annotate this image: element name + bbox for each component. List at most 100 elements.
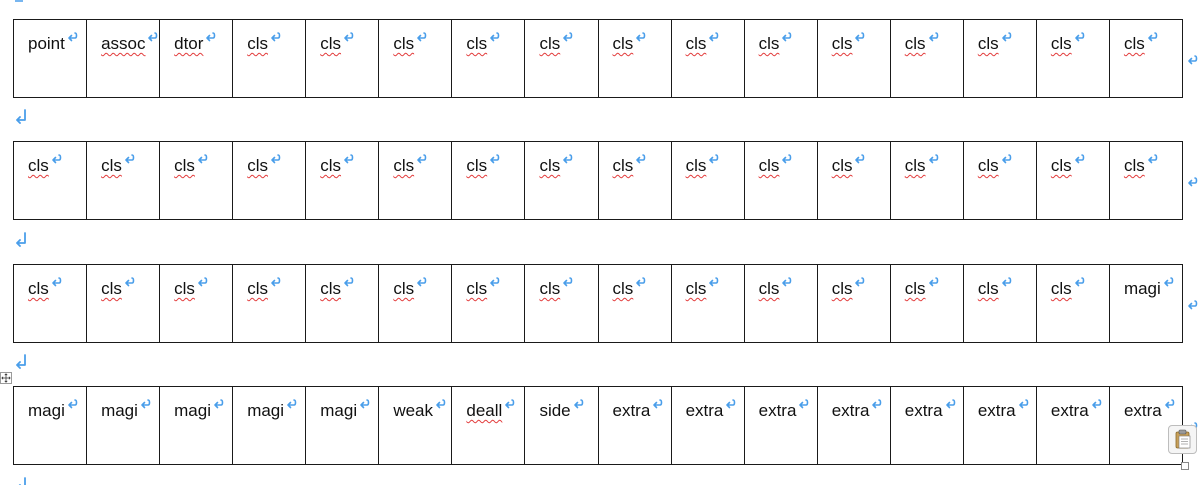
cell-text: cls <box>466 279 488 298</box>
table-cell[interactable]: extra <box>597 386 672 465</box>
table-cell[interactable]: magi <box>86 386 161 465</box>
return-arrow-icon <box>344 154 354 164</box>
table-cell[interactable]: cls <box>743 141 818 220</box>
table-cell[interactable]: cls <box>816 19 891 98</box>
cell-text: cls <box>758 156 780 175</box>
cell-text: magi <box>247 401 285 420</box>
table-cell[interactable]: cls <box>1035 264 1110 343</box>
return-arrow-icon <box>271 277 281 287</box>
paste-options-button[interactable] <box>1168 425 1197 454</box>
return-arrow-icon <box>51 277 62 287</box>
table-cell[interactable]: cls <box>451 141 526 220</box>
table-cell[interactable]: cls <box>1035 141 1110 220</box>
table-cell[interactable]: cls <box>889 264 964 343</box>
cell-text: cls <box>1123 34 1145 53</box>
table-cell[interactable]: cls <box>159 264 234 343</box>
return-arrow-icon <box>636 277 646 287</box>
table-cell[interactable]: cls <box>86 141 161 220</box>
table-cell[interactable]: cls <box>305 141 380 220</box>
cell-text: cls <box>685 279 707 298</box>
cell-text: extra <box>612 401 651 420</box>
table-1[interactable]: point assoc dtor cls cls cls cls cls cls… <box>12 19 1198 98</box>
table-cell[interactable]: cls <box>962 264 1037 343</box>
table-cell[interactable]: extra <box>1035 386 1110 465</box>
table-cell[interactable]: dtor <box>159 19 234 98</box>
table-3[interactable]: cls cls cls cls cls cls cls cls cls cls … <box>12 264 1198 343</box>
table-cell[interactable]: cls <box>524 264 599 343</box>
table-cell[interactable]: cls <box>232 19 307 98</box>
table-cell[interactable]: cls <box>451 264 526 343</box>
return-arrow-icon <box>709 277 719 287</box>
cell-text: deall <box>466 401 503 420</box>
document-canvas[interactable]: point assoc dtor cls cls cls cls cls cls… <box>0 0 1200 485</box>
return-arrow-icon <box>125 277 135 287</box>
table-cell[interactable]: cls <box>597 19 672 98</box>
table-cell[interactable]: magi <box>232 386 307 465</box>
table-cell[interactable]: weak <box>378 386 453 465</box>
table-4[interactable]: magi magi magi magi magi weak deall side… <box>12 386 1198 465</box>
table-cell[interactable]: cls <box>232 264 307 343</box>
table-cell[interactable]: cls <box>159 141 234 220</box>
table-cell[interactable]: extra <box>962 386 1037 465</box>
table-cell[interactable]: cls <box>451 19 526 98</box>
table-cell[interactable]: cls <box>670 19 745 98</box>
table-row: cls cls cls cls cls cls cls cls cls cls … <box>12 264 1198 343</box>
table-cell[interactable]: magi <box>12 386 88 465</box>
table-cell[interactable]: cls <box>816 141 891 220</box>
return-arrow-icon <box>344 32 354 42</box>
table-cell[interactable]: cls <box>597 264 672 343</box>
cell-text: cls <box>1050 279 1072 298</box>
table-cell[interactable]: cls <box>305 19 380 98</box>
table-move-handle-icon[interactable] <box>0 372 12 384</box>
return-arrow-icon <box>872 399 882 409</box>
table-cell[interactable]: cls <box>12 264 88 343</box>
table-cell[interactable]: deall <box>451 386 526 465</box>
table-cell[interactable]: cls <box>1035 19 1110 98</box>
table-cell[interactable]: cls <box>670 141 745 220</box>
table-cell[interactable]: cls <box>1108 19 1198 98</box>
table-cell[interactable]: cls <box>1108 141 1198 220</box>
table-cell[interactable]: cls <box>962 141 1037 220</box>
table-cell[interactable]: extra <box>816 386 891 465</box>
table-cell[interactable]: cls <box>816 264 891 343</box>
return-arrow-icon <box>505 399 515 409</box>
cell-text: dtor <box>174 34 204 53</box>
table-cell[interactable]: cls <box>524 141 599 220</box>
table-cell[interactable]: cls <box>305 264 380 343</box>
table-cell[interactable]: cls <box>597 141 672 220</box>
cell-text: cls <box>101 156 122 175</box>
table-cell[interactable]: cls <box>670 264 745 343</box>
table-resize-handle[interactable] <box>1181 462 1189 470</box>
table-cell[interactable]: cls <box>524 19 599 98</box>
table-cell[interactable]: magi <box>1108 264 1198 343</box>
table-cell[interactable]: extra <box>889 386 964 465</box>
table-cell[interactable]: cls <box>378 264 453 343</box>
cell-text: cls <box>612 279 634 298</box>
cell-text: magi <box>101 401 138 420</box>
table-cell[interactable]: cls <box>889 141 964 220</box>
cell-text: point <box>28 34 65 53</box>
return-arrow-icon <box>125 154 135 164</box>
table-cell[interactable]: cls <box>743 264 818 343</box>
table-cell[interactable]: extra <box>743 386 818 465</box>
table-cell[interactable]: cls <box>86 264 161 343</box>
table-cell[interactable]: cls <box>12 141 88 220</box>
table-cell[interactable]: magi <box>305 386 380 465</box>
table-cell[interactable]: extra <box>670 386 745 465</box>
table-cell[interactable]: cls <box>378 19 453 98</box>
table-cell[interactable]: magi <box>159 386 234 465</box>
table-cell[interactable]: cls <box>378 141 453 220</box>
table-row: magi magi magi magi magi weak deall side… <box>12 386 1198 465</box>
table-cell[interactable]: cls <box>743 19 818 98</box>
return-arrow-icon <box>198 277 208 287</box>
table-cell[interactable]: point <box>12 19 88 98</box>
cell-text: cls <box>101 279 122 298</box>
table-cell[interactable]: assoc <box>86 19 161 98</box>
table-cell[interactable]: side <box>524 386 599 465</box>
table-cell[interactable]: cls <box>232 141 307 220</box>
table-cell[interactable]: cls <box>889 19 964 98</box>
return-arrow-icon <box>563 154 573 164</box>
table-2[interactable]: cls cls cls cls cls cls cls cls cls cls … <box>12 141 1198 220</box>
table-cell[interactable]: cls <box>962 19 1037 98</box>
return-arrow-icon <box>417 277 427 287</box>
